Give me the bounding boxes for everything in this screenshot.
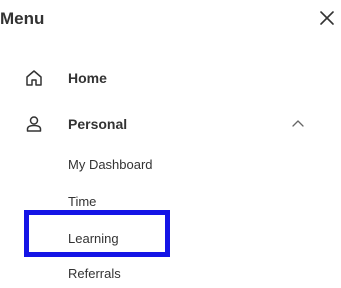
sub-item-my-dashboard[interactable]: My Dashboard [68, 157, 153, 172]
sub-item-time[interactable]: Time [68, 194, 96, 209]
nav-item-home[interactable]: Home [0, 64, 320, 92]
home-icon [26, 70, 42, 86]
nav-item-home-label: Home [68, 70, 107, 86]
person-icon [26, 116, 42, 132]
close-icon [320, 11, 334, 25]
sub-item-referrals[interactable]: Referrals [68, 266, 121, 281]
close-button[interactable] [317, 8, 337, 28]
nav-item-personal-label: Personal [68, 116, 128, 132]
chevron-up-icon[interactable] [291, 118, 305, 130]
menu-title: Menu [0, 9, 45, 28]
sub-item-learning[interactable]: Learning [68, 231, 119, 246]
menu-panel: Menu Home Personal My Dashboard Time Lea… [0, 0, 341, 288]
nav-item-personal[interactable]: Personal [0, 110, 320, 138]
